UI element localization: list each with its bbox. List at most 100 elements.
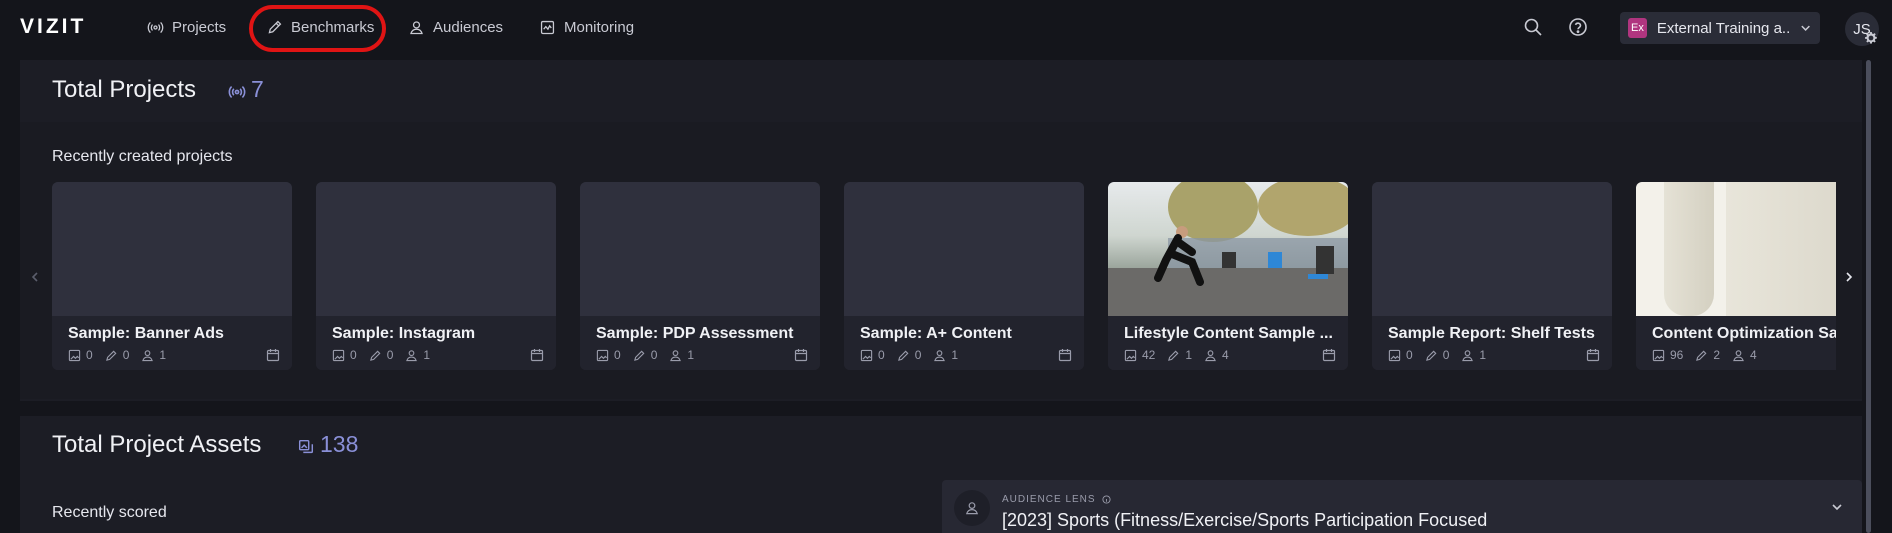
benchmarks-count: 0 (369, 348, 393, 362)
help-icon[interactable] (1567, 16, 1589, 38)
organization-selector[interactable]: Ex External Training a... (1620, 12, 1820, 44)
project-card[interactable]: Lifestyle Content Sample ... 42 1 4 (1108, 182, 1348, 370)
monitor-chart-icon (540, 20, 555, 34)
benchmarks-count: 1 (1167, 348, 1192, 362)
images-count-value: 96 (1670, 348, 1684, 362)
ruler-pencil-icon (369, 350, 381, 361)
user-icon (142, 349, 154, 361)
calendar-icon[interactable] (1586, 348, 1600, 362)
benchmarks-count-value: 0 (1442, 348, 1450, 362)
project-card-stats: 0 0 1 (860, 348, 958, 362)
user-icon (1205, 349, 1216, 361)
search-icon[interactable] (1522, 16, 1544, 38)
benchmarks-highlight-annotation (249, 5, 386, 52)
project-card-footer: Sample Report: Shelf Tests 0 0 1 (1372, 316, 1612, 370)
benchmarks-count-value: 0 (650, 348, 658, 362)
user-icon (410, 20, 423, 34)
images-count: 96 (1652, 348, 1683, 362)
project-card-title: Sample: Banner Ads (68, 325, 224, 342)
image-icon (1124, 349, 1137, 361)
project-card[interactable]: Sample: A+ Content 0 0 1 (844, 182, 1084, 370)
audiences-count: 4 (1204, 348, 1229, 362)
top-navigation-bar: VIZIT Projects Benchmarks Audiences Moni… (0, 0, 1892, 54)
audiences-count-value: 1 (687, 348, 695, 362)
broadcast-icon (228, 86, 246, 98)
nav-audiences[interactable]: Audiences (408, 14, 503, 40)
images-count-value: 0 (614, 348, 621, 362)
gear-icon[interactable] (1865, 32, 1877, 44)
project-card-stats: 0 0 1 (596, 348, 694, 362)
audiences-count-value: 4 (1222, 348, 1229, 362)
info-icon[interactable] (1102, 495, 1111, 504)
audience-lens-label-text: AUDIENCE LENS (1002, 494, 1096, 505)
images-count: 0 (68, 348, 93, 362)
images-count-value: 0 (878, 348, 885, 362)
image-icon (332, 349, 345, 361)
total-assets-header: Total Project Assets 138 (20, 416, 1862, 475)
image-icon (1652, 349, 1665, 361)
benchmarks-count-value: 0 (914, 348, 922, 362)
project-card-title: Sample Report: Shelf Tests (1388, 325, 1595, 342)
broadcast-icon (147, 21, 164, 33)
project-card[interactable]: Sample: Banner Ads 0 0 1 (52, 182, 292, 370)
stacked-images-icon (298, 439, 314, 454)
ruler-pencil-icon (633, 350, 645, 361)
project-thumbnail (1372, 182, 1612, 316)
project-card-title: Sample: A+ Content (860, 325, 1012, 342)
nav-projects-label: Projects (172, 18, 227, 36)
benchmarks-count: 0 (633, 348, 658, 362)
org-badge: Ex (1628, 18, 1647, 38)
total-projects-count: 7 (251, 76, 264, 102)
image-icon (860, 349, 873, 361)
audiences-count: 1 (141, 348, 166, 362)
ruler-pencil-icon (897, 350, 909, 361)
total-assets-title: Total Project Assets (52, 431, 262, 458)
project-card[interactable]: Content Optimization Sa 96 2 4 (1636, 182, 1836, 370)
project-card-title: Sample: Instagram (332, 325, 476, 342)
audiences-count-value: 1 (951, 348, 959, 362)
calendar-icon[interactable] (266, 348, 280, 362)
total-projects-header: Total Projects 7 (20, 60, 1862, 119)
total-assets-count: 138 (320, 431, 359, 457)
project-card-title: Lifestyle Content Sample ... (1124, 325, 1333, 342)
project-card-footer: Sample: PDP Assessment 0 0 1 (580, 316, 820, 370)
ruler-pencil-icon (1168, 350, 1179, 361)
images-count: 0 (1388, 348, 1413, 362)
ruler-pencil-icon (1696, 350, 1707, 361)
audiences-count: 1 (405, 348, 430, 362)
audience-lens-selector[interactable]: AUDIENCE LENS [2023] Sports (Fitness/Exe… (942, 480, 1862, 533)
project-thumbnail (316, 182, 556, 316)
images-count: 0 (596, 348, 621, 362)
vizit-logo[interactable]: VIZIT (20, 15, 86, 39)
audiences-count: 1 (933, 348, 958, 362)
benchmarks-count: 0 (897, 348, 922, 362)
chevron-right-icon[interactable] (1842, 270, 1856, 284)
nav-monitoring[interactable]: Monitoring (539, 14, 634, 40)
images-count-value: 0 (350, 348, 357, 362)
chevron-down-icon (1801, 25, 1810, 31)
project-card-title: Content Optimization Sa (1652, 325, 1836, 342)
project-thumbnail (52, 182, 292, 316)
nav-projects[interactable]: Projects (147, 14, 226, 40)
project-card[interactable]: Sample Report: Shelf Tests 0 0 1 (1372, 182, 1612, 370)
audiences-count-value: 1 (1479, 348, 1487, 362)
calendar-icon[interactable] (1322, 348, 1336, 362)
project-card[interactable]: Sample: PDP Assessment 0 0 1 (580, 182, 820, 370)
images-count: 0 (332, 348, 357, 362)
user-icon (934, 349, 946, 361)
audiences-count: 4 (1732, 348, 1757, 362)
recent-projects-title: Recently created projects (52, 148, 233, 165)
project-card[interactable]: Sample: Instagram 0 0 1 (316, 182, 556, 370)
ruler-pencil-icon (1425, 350, 1437, 361)
project-thumbnail (1108, 182, 1348, 316)
nav-audiences-label: Audiences (433, 18, 504, 36)
calendar-icon[interactable] (530, 348, 544, 362)
audience-lens-label: AUDIENCE LENS (1002, 494, 1111, 505)
chevron-left-icon[interactable] (28, 270, 42, 284)
calendar-icon[interactable] (794, 348, 808, 362)
images-count-value: 0 (86, 348, 93, 362)
ruler-pencil-icon (105, 350, 117, 361)
chevron-down-icon (1832, 504, 1842, 511)
calendar-icon[interactable] (1058, 348, 1072, 362)
page-scrollbar[interactable] (1866, 60, 1871, 533)
